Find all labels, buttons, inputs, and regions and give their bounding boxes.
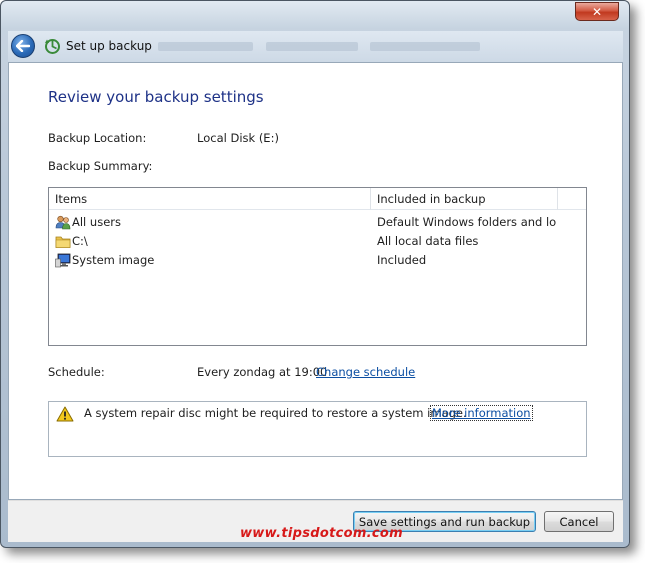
list-item[interactable]: C:\ All local data files (49, 232, 586, 251)
info-box: A system repair disc might be required t… (48, 401, 587, 457)
list-header: Items Included in backup (49, 188, 586, 210)
info-message: A system repair disc might be required t… (84, 406, 467, 420)
system-image-icon (55, 253, 71, 268)
breadcrumb-ghost (370, 42, 480, 51)
backup-summary-label: Backup Summary: (48, 159, 153, 173)
backup-summary-list[interactable]: Items Included in backup All users Defau… (48, 187, 587, 346)
item-included: All local data files (377, 234, 479, 248)
content-area: Review your backup settings Backup Locat… (8, 62, 623, 500)
warning-icon (56, 406, 74, 422)
schedule-label: Schedule: (48, 365, 105, 379)
column-divider (557, 188, 558, 210)
more-information-link[interactable]: More information (430, 405, 533, 421)
page-title: Review your backup settings (48, 88, 264, 106)
item-name: C:\ (72, 234, 88, 248)
column-header-included[interactable]: Included in backup (371, 188, 557, 210)
item-name: System image (72, 253, 155, 267)
list-item[interactable]: All users Default Windows folders and lo… (49, 213, 586, 232)
watermark: www.tipsdotcom.com (240, 526, 404, 541)
breadcrumb-ghost (266, 42, 358, 51)
schedule-value: Every zondag at 19:00 (197, 365, 328, 379)
backup-location-label: Backup Location: (48, 131, 147, 145)
back-arrow-icon (16, 40, 30, 52)
title-bar: ✕ (1, 1, 629, 29)
list-item[interactable]: System image Included (49, 251, 586, 270)
navigation-bar: Set up backup (8, 31, 623, 62)
close-icon: ✕ (591, 4, 603, 19)
users-icon (55, 215, 71, 230)
window-title: Set up backup (66, 39, 152, 53)
backup-location-value: Local Disk (E:) (197, 131, 279, 145)
breadcrumb-ghost (158, 42, 253, 51)
item-name: All users (72, 215, 121, 229)
item-included: Default Windows folders and lo... (377, 215, 557, 229)
window-frame: ✕ Set up backup Review your backup setti… (0, 0, 630, 548)
back-button[interactable] (11, 34, 35, 58)
backup-icon (45, 39, 60, 54)
column-header-items[interactable]: Items (49, 188, 369, 210)
item-included: Included (377, 253, 427, 267)
cancel-button[interactable]: Cancel (544, 511, 614, 532)
change-schedule-link[interactable]: Change schedule (316, 365, 415, 379)
close-button[interactable]: ✕ (575, 2, 619, 21)
folder-icon (55, 236, 71, 248)
